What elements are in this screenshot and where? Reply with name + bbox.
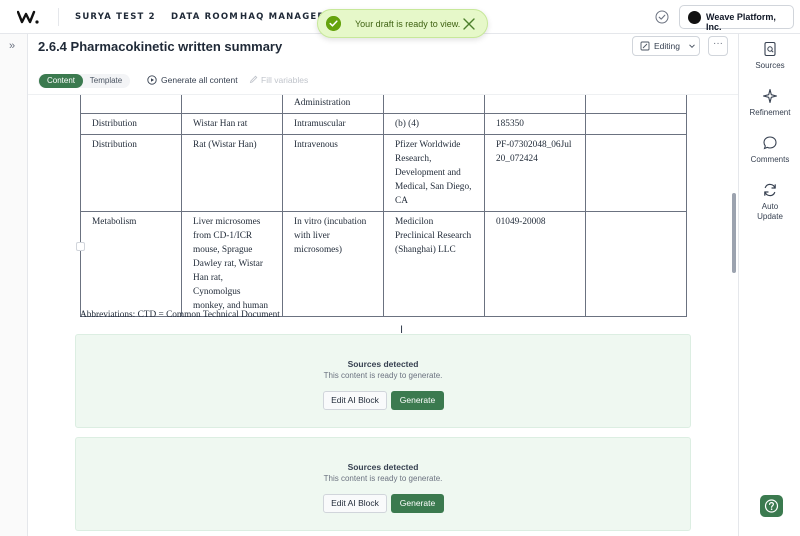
ai-block-title: Sources detected: [347, 462, 419, 472]
table-cell: Distribution: [80, 113, 182, 135]
toast-message: Your draft is ready to view.: [355, 19, 461, 29]
comments-label: Comments: [750, 155, 790, 164]
double-chevron-right-icon[interactable]: »: [9, 40, 15, 52]
document-search-icon: [764, 41, 776, 57]
sources-label: Sources: [755, 61, 785, 70]
ai-block: Sources detected This content is ready t…: [75, 437, 691, 531]
chevron-down-icon: [689, 44, 695, 49]
table-cell: In vitro (incubation with liver microsom…: [282, 211, 384, 317]
ai-block-subtitle: This content is ready to generate.: [323, 474, 443, 483]
auto-update-label: Auto Update: [757, 202, 783, 221]
org-name: Weave Platform, Inc.: [706, 12, 776, 32]
table-cell: PF-07302048_06Jul20_072424: [484, 134, 586, 212]
org-switcher-button[interactable]: Weave Platform, Inc.: [679, 5, 794, 32]
edit-ai-block-button[interactable]: Edit AI Block: [323, 494, 387, 513]
toast-notification: Your draft is ready to view.: [317, 9, 488, 38]
table-cell: Rat (Wistar Han): [181, 134, 283, 212]
generate-button[interactable]: Generate: [391, 391, 444, 410]
table-cell: Intramuscular: [282, 113, 384, 135]
check-circle-icon[interactable]: [655, 10, 669, 24]
comments-button[interactable]: Comments: [739, 135, 800, 165]
refinement-button[interactable]: Refinement: [739, 88, 800, 118]
table-cell: [585, 113, 687, 135]
table-cell: [585, 134, 687, 212]
drag-handle[interactable]: [76, 242, 85, 251]
table-cell: [80, 95, 182, 114]
ai-block-title: Sources detected: [347, 359, 419, 369]
scrollbar-track[interactable]: [730, 95, 738, 536]
editing-mode-label: Editing: [654, 41, 680, 51]
table-cell: Administration: [282, 95, 384, 114]
table-cell: [484, 95, 586, 114]
org-logo-icon: [688, 11, 701, 24]
nav-item-project[interactable]: SURYA TEST 2: [75, 12, 156, 22]
table-cell: Medicilon Preclinical Research (Shanghai…: [383, 211, 485, 317]
view-tabs: Content Template: [38, 74, 130, 88]
right-panel: Sources Refinement Comments Auto Update: [738, 34, 800, 536]
nav-divider: [58, 8, 59, 26]
close-icon[interactable]: [461, 16, 477, 32]
table-cell: [585, 95, 687, 114]
table-cell: [585, 211, 687, 317]
table-cell: Wistar Han rat: [181, 113, 283, 135]
table-cell: Metabolism: [80, 211, 182, 317]
success-check-icon: [326, 16, 341, 31]
chat-icon: [763, 136, 777, 150]
table-cell: [383, 95, 485, 114]
auto-update-button[interactable]: Auto Update: [739, 182, 800, 222]
table-row: Distribution Wistar Han rat Intramuscula…: [80, 113, 687, 135]
table-cell: [181, 95, 283, 114]
tab-template[interactable]: Template: [84, 74, 128, 88]
pencil-icon: [640, 41, 650, 51]
sparkle-icon: [762, 88, 778, 104]
generate-button[interactable]: Generate: [391, 494, 444, 513]
refinement-label: Refinement: [749, 108, 791, 117]
sources-button[interactable]: Sources: [739, 41, 800, 71]
ai-block-subtitle: This content is ready to generate.: [323, 371, 443, 380]
table-cell: 01049-20008: [484, 211, 586, 317]
help-button[interactable]: [760, 495, 783, 517]
more-options-button[interactable]: ···: [708, 36, 728, 56]
table-cell: 185350: [484, 113, 586, 135]
ai-block: Sources detected This content is ready t…: [75, 334, 691, 428]
nav-item-haq-manager[interactable]: HAQ MANAGER: [240, 12, 325, 22]
table-cell: Distribution: [80, 134, 182, 212]
abbreviations-note: Abbreviations: CTD = Common Technical Do…: [80, 310, 280, 320]
page-title: 2.6.4 Pharmacokinetic written summary: [38, 39, 283, 54]
table-row: Distribution Rat (Wistar Han) Intravenou…: [80, 134, 687, 212]
table-row: Metabolism Liver microsomes from CD-1/IC…: [80, 211, 687, 317]
table-cell: Pfizer Worldwide Research, Development a…: [383, 134, 485, 212]
fill-variables-label: Fill variables: [261, 75, 309, 85]
table-cell: Liver microsomes from CD-1/ICR mouse, Sp…: [181, 211, 283, 317]
generate-all-label: Generate all content: [161, 75, 238, 85]
edit-ai-block-button[interactable]: Edit AI Block: [323, 391, 387, 410]
table-row: Administration: [80, 95, 687, 114]
weave-logo-icon[interactable]: [17, 9, 39, 25]
scrollbar-thumb[interactable]: [732, 193, 736, 273]
pk-studies-table: Administration Distribution Wistar Han r…: [80, 95, 687, 317]
left-rail: »: [0, 34, 28, 536]
nav-item-data-room[interactable]: DATA ROOM: [171, 12, 239, 22]
table-cell: (b) (4): [383, 113, 485, 135]
pencil-icon: [249, 75, 258, 84]
tab-content[interactable]: Content: [39, 74, 83, 88]
help-icon: [764, 499, 779, 513]
table-cell: Intravenous: [282, 134, 384, 212]
play-circle-icon: [147, 75, 157, 85]
editing-mode-button[interactable]: Editing: [632, 36, 700, 56]
refresh-icon: [764, 183, 776, 197]
